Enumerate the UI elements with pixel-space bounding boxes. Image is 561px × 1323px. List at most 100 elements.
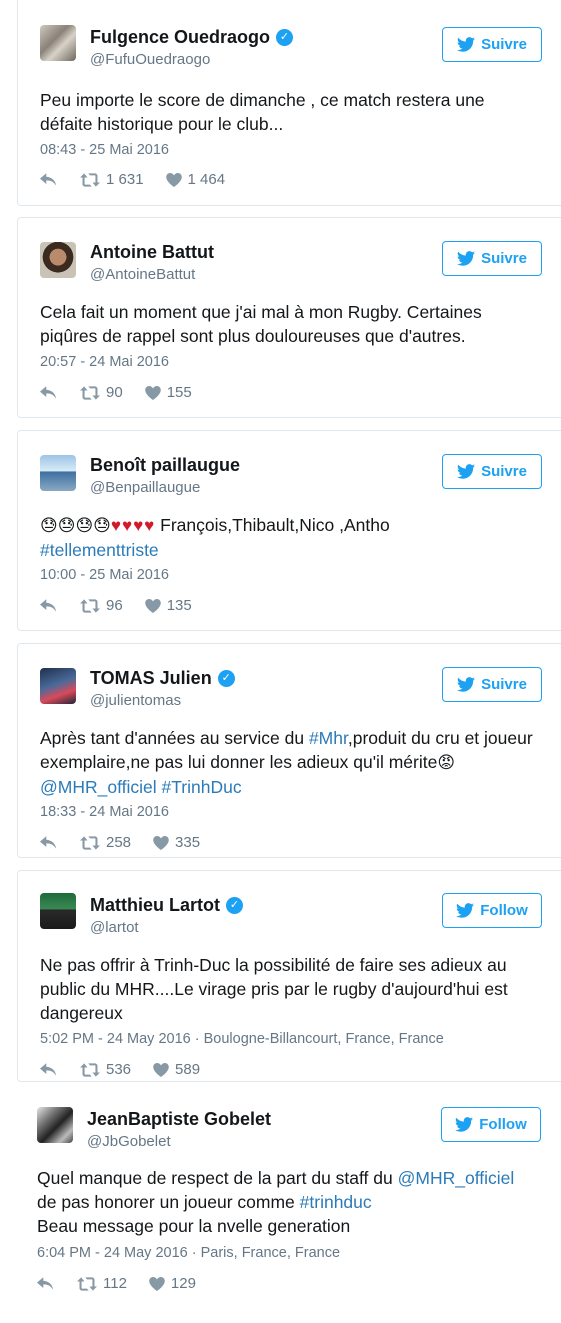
reply-icon — [40, 599, 58, 612]
verified-badge-icon: ✓ — [276, 29, 294, 46]
tweet-timestamp[interactable]: 18:33 - 24 Mai 2016 — [40, 804, 169, 820]
tweet-actions: 258 335 — [40, 834, 222, 851]
mention-link[interactable]: @MHR_officiel — [398, 1168, 515, 1188]
hashtag-link[interactable]: #trinhduc — [300, 1192, 372, 1212]
retweet-button[interactable]: 90 — [80, 384, 123, 401]
author-handle[interactable]: @lartot — [90, 919, 139, 936]
heart-icon — [153, 1063, 169, 1077]
author-name-text: TOMAS Julien — [90, 668, 212, 688]
retweet-button[interactable]: 536 — [80, 1061, 131, 1078]
hashtag-link[interactable]: #TrinhDuc — [162, 777, 242, 797]
twitter-bird-icon — [457, 677, 475, 692]
like-button[interactable]: 155 — [145, 384, 192, 401]
retweet-icon — [80, 599, 100, 613]
author-handle[interactable]: @JbGobelet — [87, 1133, 171, 1150]
follow-button[interactable]: Suivre — [442, 454, 542, 489]
tweet-text-body: François,Thibault,Nico ,Antho — [160, 515, 390, 535]
avatar[interactable] — [40, 242, 76, 278]
follow-button[interactable]: Suivre — [442, 667, 542, 702]
retweet-button[interactable]: 258 — [80, 834, 131, 851]
mention-link[interactable]: @MHR_officiel — [40, 777, 157, 797]
retweet-button[interactable]: 1 631 — [80, 171, 144, 188]
tweet-timestamp[interactable]: 10:00 - 25 Mai 2016 — [40, 567, 169, 583]
reply-button[interactable] — [40, 173, 58, 186]
like-button[interactable]: 1 464 — [166, 171, 225, 188]
like-button[interactable]: 135 — [145, 597, 192, 614]
reply-button[interactable] — [40, 1063, 58, 1076]
heart-icon — [166, 173, 182, 187]
like-button[interactable]: 129 — [149, 1275, 196, 1292]
like-button[interactable]: 335 — [153, 834, 200, 851]
author-name[interactable]: Antoine Battut — [90, 242, 214, 263]
author-name[interactable]: Matthieu Lartot ✓ — [90, 895, 243, 916]
author-handle[interactable]: @AntoineBattut — [90, 266, 195, 283]
retweet-icon — [80, 1063, 100, 1077]
tweet-card: Matthieu Lartot ✓ @lartot Follow Ne pas … — [17, 870, 561, 1082]
like-button[interactable]: 589 — [153, 1061, 200, 1078]
retweet-count: 536 — [106, 1061, 132, 1078]
like-count: 135 — [166, 597, 192, 614]
retweet-count: 96 — [106, 597, 123, 614]
tweet-timestamp[interactable]: 20:57 - 24 Mai 2016 — [40, 354, 169, 370]
verified-badge-icon: ✓ — [217, 670, 235, 687]
author-name[interactable]: TOMAS Julien ✓ — [90, 668, 235, 689]
tweet-text: Cela fait un moment que j'ai mal à mon R… — [40, 302, 482, 346]
retweet-count: 1 631 — [106, 171, 144, 188]
like-count: 335 — [175, 834, 201, 851]
twitter-bird-icon — [457, 37, 475, 52]
retweet-count: 112 — [103, 1275, 127, 1292]
tweet-actions: 96 135 — [40, 597, 214, 614]
reply-icon — [37, 1277, 55, 1290]
heart-icon — [145, 386, 161, 400]
avatar[interactable] — [40, 455, 76, 491]
tweet-text: Quel manque de respect de la part du sta… — [37, 1166, 531, 1238]
twitter-bird-icon — [457, 251, 475, 266]
retweet-button[interactable]: 96 — [80, 597, 123, 614]
author-handle[interactable]: @julientomas — [90, 692, 181, 709]
angry-emoji: 😡 — [437, 753, 456, 772]
reply-icon — [40, 386, 58, 399]
author-name[interactable]: Benoît paillaugue — [90, 455, 240, 476]
tweet-card: Antoine Battut @AntoineBattut Suivre Cel… — [17, 217, 561, 418]
tweet-timestamp[interactable]: 08:43 - 25 Mai 2016 — [40, 142, 169, 158]
retweet-button[interactable]: 112 — [77, 1275, 127, 1292]
follow-button[interactable]: Follow — [442, 893, 542, 928]
tweet-timestamp[interactable]: 5:02 PM - 24 May 2016 · Boulogne-Billanc… — [40, 1031, 444, 1047]
retweet-count: 258 — [106, 834, 132, 851]
sad-emoji: 😓😓😓😓 — [40, 516, 111, 535]
heart-emoji: ♥♥♥♥ — [110, 516, 156, 535]
hashtag-link[interactable]: #tellementtriste — [40, 540, 159, 560]
author-handle[interactable]: @FufuOuedraogo — [90, 51, 210, 68]
reply-button[interactable] — [40, 836, 58, 849]
like-count: 129 — [170, 1275, 196, 1292]
avatar[interactable] — [40, 668, 76, 704]
tweet-card: Fulgence Ouedraogo ✓ @FufuOuedraogo Suiv… — [17, 0, 561, 206]
avatar[interactable] — [40, 25, 76, 61]
follow-button[interactable]: Suivre — [442, 27, 542, 62]
author-handle[interactable]: @Benpaillaugue — [90, 479, 200, 496]
author-name[interactable]: JeanBaptiste Gobelet — [87, 1109, 271, 1130]
author-name-text: Matthieu Lartot — [90, 895, 220, 915]
tweet-actions: 1 631 1 464 — [40, 171, 247, 188]
tweet-text: Peu importe le score de dimanche , ce ma… — [40, 90, 485, 134]
follow-button[interactable]: Suivre — [442, 241, 542, 276]
tweet-text: Après tant d'années au service du #Mhr,p… — [40, 726, 546, 799]
reply-button[interactable] — [40, 599, 58, 612]
follow-label: Suivre — [481, 463, 527, 480]
reply-icon — [40, 836, 58, 849]
reply-icon — [40, 173, 58, 186]
reply-icon — [40, 1063, 58, 1076]
author-name-text: Antoine Battut — [90, 242, 214, 262]
tweet-text: Ne pas offrir à Trinh-Duc la possibilité… — [40, 955, 508, 1023]
avatar[interactable] — [37, 1107, 73, 1143]
twitter-bird-icon — [457, 464, 475, 479]
reply-button[interactable] — [37, 1277, 55, 1290]
author-name[interactable]: Fulgence Ouedraogo ✓ — [90, 27, 294, 48]
tweet-timestamp[interactable]: 6:04 PM - 24 May 2016 · Paris, France, F… — [37, 1245, 340, 1261]
avatar[interactable] — [40, 893, 76, 929]
hashtag-link[interactable]: #Mhr — [309, 728, 348, 748]
reply-button[interactable] — [40, 386, 58, 399]
follow-button[interactable]: Follow — [441, 1107, 541, 1142]
follow-label: Suivre — [481, 676, 527, 693]
tweet-text-body: Quel manque de respect de la part du sta… — [37, 1168, 398, 1188]
